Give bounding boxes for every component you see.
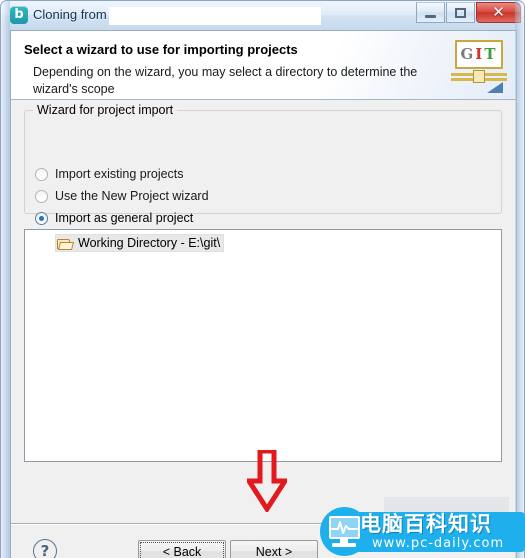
help-button[interactable]: ? xyxy=(33,539,57,558)
git-logo-letters: GIT xyxy=(457,46,501,63)
radio-import-as-general-project[interactable]: Import as general project xyxy=(35,208,193,228)
next-button[interactable]: Next > xyxy=(230,540,318,558)
git-letter-t: T xyxy=(484,45,498,63)
git-logo-plate: GIT xyxy=(455,40,503,69)
radio-label: Import existing projects xyxy=(55,167,184,181)
wizard-header: Select a wizard to use for importing pro… xyxy=(11,31,516,100)
radio-indicator xyxy=(35,167,48,181)
back-button[interactable]: < Back xyxy=(138,540,226,558)
tree-item-label: Working Directory - E:\git\ xyxy=(78,236,221,250)
footer-separator-highlight xyxy=(11,524,516,525)
radio-import-existing-projects[interactable]: Import existing projects xyxy=(35,164,184,184)
page-title: Select a wizard to use for importing pro… xyxy=(24,42,298,57)
project-tree-panel[interactable]: Working Directory - E:\git\ xyxy=(24,229,502,462)
focus-ring xyxy=(140,542,224,558)
radio-label: Import as general project xyxy=(55,211,194,225)
b-app-icon: b xyxy=(10,6,28,24)
folder-front xyxy=(58,241,74,250)
close-icon: ✕ xyxy=(492,3,505,21)
git-letter-g: G xyxy=(460,45,476,63)
app-icon-letter: b xyxy=(14,7,24,22)
groupbox-legend: Wizard for project import xyxy=(33,103,178,117)
minimize-icon xyxy=(425,14,436,18)
radio-indicator xyxy=(35,189,48,203)
tree-item-working-directory[interactable]: Working Directory - E:\git\ xyxy=(55,234,225,252)
window-frame-left-edge xyxy=(1,1,10,558)
next-button-label: Next > xyxy=(255,545,293,558)
git-letter-i: I xyxy=(475,45,485,63)
title-bar[interactable]: b Cloning from ✕ xyxy=(1,1,524,30)
git-logo-triangle xyxy=(487,82,503,93)
help-icon: ? xyxy=(40,542,50,558)
git-logo-knob xyxy=(473,70,485,83)
close-button[interactable]: ✕ xyxy=(476,2,521,23)
page-description: Depending on the wizard, you may select … xyxy=(33,65,418,96)
maximize-button[interactable] xyxy=(446,2,475,23)
git-logo: GIT xyxy=(451,40,507,93)
radio-indicator-selected xyxy=(35,211,48,225)
minimize-button[interactable] xyxy=(416,2,445,23)
dialog-client-area: Select a wizard to use for importing pro… xyxy=(10,30,517,558)
window-frame: b Cloning from ✕ Select a wizard to use … xyxy=(0,0,525,558)
radio-use-new-project-wizard[interactable]: Use the New Project wizard xyxy=(35,186,209,206)
title-redaction-box xyxy=(109,7,321,25)
open-folder-icon xyxy=(57,237,74,250)
maximize-icon xyxy=(455,7,466,18)
radio-label: Use the New Project wizard xyxy=(55,189,209,203)
window-title: Cloning from xyxy=(33,7,107,22)
